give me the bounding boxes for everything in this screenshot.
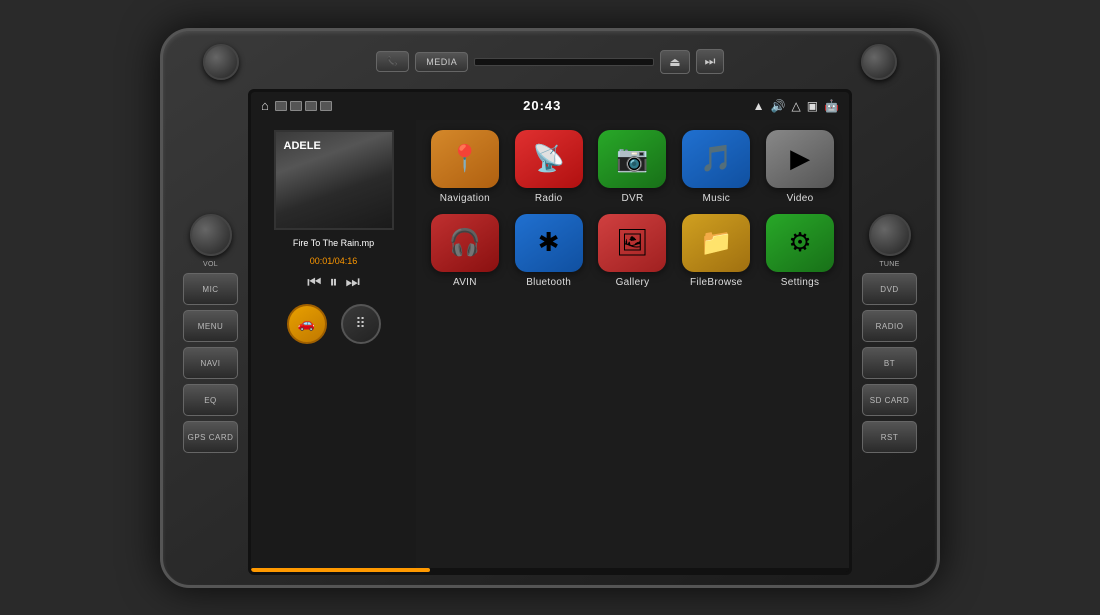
navigation-icon: 📍 bbox=[431, 130, 499, 188]
radio-label: Radio bbox=[535, 193, 563, 204]
main-screen: ⌂ 20:43 ▲ 🔊 △ ▣ 🤖 bbox=[248, 89, 852, 575]
gallery-label: Gallery bbox=[616, 277, 650, 288]
grid-icon: ⠿ bbox=[355, 315, 365, 332]
video-label: Video bbox=[787, 193, 814, 204]
settings-label: Settings bbox=[781, 277, 820, 288]
battery-icon: ▣ bbox=[807, 99, 818, 113]
settings-icon: ⚙ bbox=[766, 214, 834, 272]
car-head-unit: 📞 MEDIA ⏏ ⏭ VOL MIC MENU NAVI EQ GPS CAR… bbox=[160, 28, 940, 588]
car-button[interactable]: 🚗 bbox=[287, 304, 327, 344]
left-side-buttons: VOL MIC MENU NAVI EQ GPS CARD bbox=[173, 89, 248, 575]
filebrowser-label: FileBrowse bbox=[690, 277, 742, 288]
track-time: 00:01/04:16 bbox=[261, 256, 406, 266]
dvr-icon: 📷 bbox=[598, 130, 666, 188]
bluetooth-label: Bluetooth bbox=[526, 277, 571, 288]
small-icon-3 bbox=[305, 101, 317, 111]
sd-card-button[interactable]: SD CARD bbox=[862, 384, 917, 416]
status-small-icons bbox=[275, 101, 332, 111]
radio-right-button[interactable]: RADIO bbox=[862, 310, 917, 342]
vol-status-icon: 🔊 bbox=[771, 99, 786, 113]
app-filebrowser[interactable]: 📁 FileBrowse bbox=[681, 214, 751, 288]
music-label: Music bbox=[702, 193, 730, 204]
gps-card-button[interactable]: GPS CARD bbox=[183, 421, 238, 453]
bottom-player-controls: 🚗 ⠿ bbox=[261, 304, 406, 344]
right-tune-knob[interactable] bbox=[869, 214, 911, 256]
app-row-1: 📍 Navigation 📡 Radio 📷 DVR 🎵 bbox=[426, 130, 839, 204]
navigation-label: Navigation bbox=[440, 193, 490, 204]
player-controls: ⏮ ⏸ ⏭ bbox=[261, 274, 406, 292]
music-icon: 🎵 bbox=[682, 130, 750, 188]
left-vol-knob[interactable] bbox=[190, 214, 232, 256]
grid-menu-button[interactable]: ⠿ bbox=[341, 304, 381, 344]
progress-fill bbox=[251, 568, 430, 572]
app-settings[interactable]: ⚙ Settings bbox=[765, 214, 835, 288]
video-icon: ▶ bbox=[766, 130, 834, 188]
right-side-buttons: TUNE DVD RADIO BT SD CARD RST bbox=[852, 89, 927, 575]
top-controls: 📞 MEDIA ⏏ ⏭ bbox=[173, 41, 927, 83]
bt-button[interactable]: BT bbox=[862, 347, 917, 379]
app-avin[interactable]: 🎧 AVIN bbox=[430, 214, 500, 288]
small-icon-1 bbox=[275, 101, 287, 111]
album-artist: ADELE bbox=[284, 140, 321, 152]
wifi-icon: ▲ bbox=[753, 99, 765, 113]
android-icon: 🤖 bbox=[824, 99, 839, 113]
app-navigation[interactable]: 📍 Navigation bbox=[430, 130, 500, 204]
status-bar: ⌂ 20:43 ▲ 🔊 △ ▣ 🤖 bbox=[251, 92, 849, 120]
top-center-buttons: 📞 MEDIA ⏏ ⏭ bbox=[376, 49, 725, 74]
right-top-knob[interactable] bbox=[861, 44, 897, 80]
prev-button[interactable]: ⏮ bbox=[307, 274, 321, 292]
main-row: VOL MIC MENU NAVI EQ GPS CARD ⌂ bbox=[173, 89, 927, 575]
rst-button[interactable]: RST bbox=[862, 421, 917, 453]
small-icon-4 bbox=[320, 101, 332, 111]
progress-bar[interactable] bbox=[251, 568, 849, 572]
vol-label: VOL bbox=[203, 261, 218, 268]
navi-button[interactable]: NAVI bbox=[183, 347, 238, 379]
app-grid-area: 📍 Navigation 📡 Radio 📷 DVR 🎵 bbox=[416, 120, 849, 568]
content-area: ADELE Fire To The Rain.mp 00:01/04:16 ⏮ … bbox=[251, 120, 849, 568]
filebrowser-icon: 📁 bbox=[682, 214, 750, 272]
album-art: ADELE bbox=[274, 130, 394, 230]
tune-label: TUNE bbox=[879, 261, 899, 268]
status-time: 20:43 bbox=[523, 98, 561, 113]
left-top-knob[interactable] bbox=[203, 44, 239, 80]
car-icon: 🚗 bbox=[298, 315, 315, 332]
mic-button[interactable]: MIC bbox=[183, 273, 238, 305]
app-dvr[interactable]: 📷 DVR bbox=[597, 130, 667, 204]
eject-button[interactable]: ⏏ bbox=[660, 50, 689, 74]
skip-button[interactable]: ⏭ bbox=[696, 49, 725, 74]
radio-icon: 📡 bbox=[515, 130, 583, 188]
bluetooth-icon: ✱ bbox=[515, 214, 583, 272]
dvd-button[interactable]: DVD bbox=[862, 273, 917, 305]
gallery-icon: 🖼 bbox=[598, 214, 666, 272]
next-button[interactable]: ⏭ bbox=[346, 274, 360, 292]
track-title: Fire To The Rain.mp bbox=[261, 238, 406, 248]
media-button[interactable]: MEDIA bbox=[415, 52, 468, 72]
app-gallery[interactable]: 🖼 Gallery bbox=[597, 214, 667, 288]
menu-button[interactable]: MENU bbox=[183, 310, 238, 342]
status-left: ⌂ bbox=[261, 98, 332, 113]
app-video[interactable]: ▶ Video bbox=[765, 130, 835, 204]
cd-slot bbox=[474, 58, 654, 66]
app-bluetooth[interactable]: ✱ Bluetooth bbox=[514, 214, 584, 288]
avin-icon: 🎧 bbox=[431, 214, 499, 272]
small-icon-2 bbox=[290, 101, 302, 111]
pause-button[interactable]: ⏸ bbox=[329, 274, 337, 292]
dvr-label: DVR bbox=[621, 193, 643, 204]
now-playing-panel: ADELE Fire To The Rain.mp 00:01/04:16 ⏮ … bbox=[251, 120, 416, 568]
app-radio[interactable]: 📡 Radio bbox=[514, 130, 584, 204]
eq-button[interactable]: EQ bbox=[183, 384, 238, 416]
triangle-icon: △ bbox=[791, 99, 800, 113]
phone-button[interactable]: 📞 bbox=[376, 51, 410, 72]
app-row-2: 🎧 AVIN ✱ Bluetooth 🖼 Gallery 📁 bbox=[426, 214, 839, 288]
home-icon[interactable]: ⌂ bbox=[261, 98, 269, 113]
app-music[interactable]: 🎵 Music bbox=[681, 130, 751, 204]
avin-label: AVIN bbox=[453, 277, 477, 288]
status-right: ▲ 🔊 △ ▣ 🤖 bbox=[753, 99, 839, 113]
